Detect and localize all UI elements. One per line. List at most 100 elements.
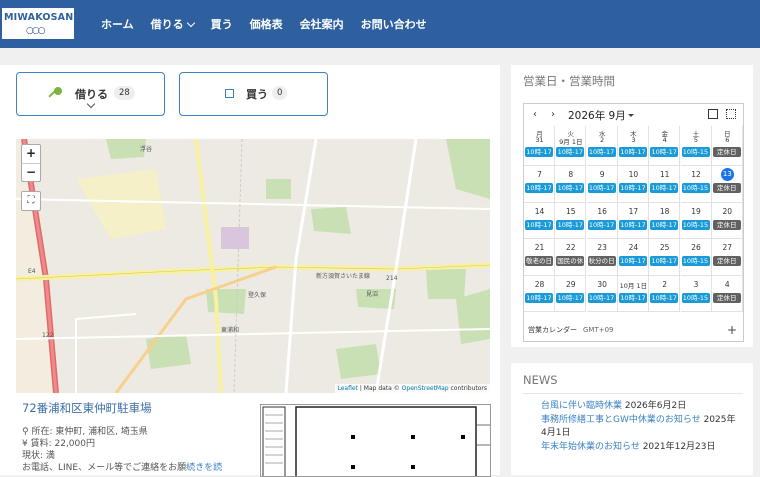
property-title[interactable]: 72番浦和区東仲町駐車場 — [22, 400, 152, 416]
calendar-day-cell[interactable]: 月 31 10時-17 — [524, 126, 555, 166]
calendar-day-cell[interactable]: 17 10時-17 — [617, 202, 649, 239]
calendar-event[interactable]: 10時-15 — [681, 183, 710, 193]
calendar-event[interactable]: 10時-17 — [618, 219, 647, 230]
calendar-event[interactable]: 定休日 — [712, 292, 741, 303]
calendar-event[interactable]: 10時-15 — [681, 292, 710, 303]
calendar-day-cell[interactable]: 水 2 10時-17 — [586, 126, 618, 166]
zoom-out-button[interactable]: − — [22, 164, 40, 182]
calendar-event[interactable]: 10時-17 — [556, 147, 585, 157]
leaflet-link[interactable]: Leaflet — [338, 385, 358, 392]
zoom-in-button[interactable]: + — [22, 145, 40, 164]
calendar-day-cell[interactable]: 9 10時-17 — [586, 166, 618, 203]
calendar-event[interactable]: 定休日 — [712, 147, 741, 157]
news-link[interactable]: 年末年始休業のお知らせ — [541, 442, 640, 452]
calendar-event[interactable]: 10時-17 — [618, 256, 647, 266]
calendar-event[interactable]: 10時-17 — [587, 183, 616, 193]
calendar-day-cell[interactable]: 3 10時-15 — [680, 275, 712, 312]
calendar-day-cell[interactable]: 10 10時-17 — [617, 166, 649, 203]
tab-rent[interactable]: 借りる 28 — [16, 72, 165, 116]
caret-down-icon[interactable] — [628, 114, 634, 117]
calendar-event[interactable]: 10時-17 — [525, 183, 553, 193]
day-number: 24 — [628, 243, 639, 252]
calendar-event[interactable]: 10時-15 — [681, 147, 710, 157]
read-more-link[interactable]: 続きを読 — [186, 463, 222, 473]
add-to-calendar-icon[interactable]: + — [727, 323, 737, 337]
calendar-day-cell[interactable]: 24 10時-17 — [617, 239, 649, 276]
site-logo[interactable]: MIWAKOSAN ○○○ — [2, 8, 74, 39]
calendar-day-cell[interactable]: 金 4 10時-17 — [649, 126, 681, 166]
calendar-month[interactable]: 2026年 9月 — [568, 108, 626, 123]
tab-buy[interactable]: 買う 0 — [179, 72, 328, 116]
calendar-day-cell[interactable]: 8 10時-17 — [555, 166, 587, 203]
calendar-event[interactable]: 10時-17 — [650, 147, 679, 157]
calendar-day-cell[interactable]: 20 定休日 — [711, 202, 743, 239]
calendar-day-cell[interactable]: 23 秋分の日 — [586, 239, 618, 276]
calendar-day-cell[interactable]: 27 定休日 — [711, 239, 743, 276]
calendar-event[interactable]: 10時-17 — [525, 292, 553, 303]
calendar-event[interactable]: 定休日 — [712, 183, 741, 193]
calendar-event[interactable]: 10時-17 — [587, 147, 616, 157]
calendar-day-cell[interactable]: 14 10時-17 — [524, 202, 555, 239]
floorplan-image[interactable] — [260, 404, 491, 477]
calendar-event[interactable]: 10時-17 — [618, 183, 647, 193]
grid-view-icon[interactable] — [726, 109, 736, 119]
calendar-day-cell[interactable]: 18 10時-17 — [649, 202, 681, 239]
calendar-event[interactable]: 10時-17 — [650, 183, 679, 193]
calendar-event[interactable]: 10時-15 — [681, 219, 710, 230]
calendar-day-cell[interactable]: 2 10時-17 — [649, 275, 681, 312]
calendar-event[interactable]: 10時-17 — [556, 292, 585, 303]
calendar-day-cell[interactable]: 7 10時-17 — [524, 166, 555, 203]
nav-buy[interactable]: 買う — [211, 16, 233, 32]
calendar-day-cell[interactable]: 4 定休日 — [711, 275, 743, 312]
calendar-event[interactable]: 10時-17 — [650, 256, 679, 266]
news-link[interactable]: 台風に伴い臨時休業 — [541, 401, 622, 411]
calendar-event[interactable]: 10時-17 — [650, 292, 679, 303]
calendar-day-cell[interactable]: 木 3 10時-17 — [617, 126, 649, 166]
calendar-day-cell[interactable]: 22 国民の休 — [555, 239, 587, 276]
prev-month-icon[interactable]: ‹ — [533, 109, 537, 120]
calendar-event[interactable]: 定休日 — [712, 256, 741, 266]
calendar-day-cell[interactable]: 29 10時-17 — [555, 275, 587, 312]
calendar-event[interactable]: 10時-17 — [556, 219, 585, 230]
calendar-day-cell[interactable]: 土 5 10時-15 — [680, 126, 712, 166]
calendar-event[interactable]: 10時-17 — [525, 147, 553, 157]
nav-rent[interactable]: 借りる — [151, 16, 195, 32]
calendar-day-cell[interactable]: 16 10時-17 — [586, 202, 618, 239]
calendar-event[interactable]: 国民の休 — [556, 256, 585, 266]
calendar-day-cell[interactable]: 11 10時-17 — [649, 166, 681, 203]
nav-company[interactable]: 会社案内 — [300, 16, 344, 32]
calendar-event[interactable]: 10時-17 — [650, 219, 679, 230]
calendar-day-cell[interactable]: 30 10時-17 — [586, 275, 618, 312]
calendar-event[interactable]: 定休日 — [712, 219, 741, 230]
calendar-day-cell[interactable]: 日 6 定休日 — [711, 126, 743, 166]
fullscreen-icon[interactable]: ⛶ — [21, 191, 41, 211]
calendar-event[interactable]: 10時-17 — [587, 219, 616, 230]
calendar-day-cell[interactable]: 12 10時-15 — [680, 166, 712, 203]
calendar-day-cell[interactable]: 25 10時-17 — [649, 239, 681, 276]
nav-contact[interactable]: お問い合わせ — [361, 16, 427, 32]
calendar-view-icon[interactable] — [708, 109, 718, 119]
calendar-event[interactable]: 10時-15 — [681, 256, 710, 266]
calendar-event[interactable]: 10時-17 — [618, 147, 647, 157]
calendar-day-cell[interactable]: 13 定休日 — [711, 166, 743, 203]
calendar-event[interactable]: 秋分の日 — [587, 256, 616, 266]
calendar-event[interactable]: 10時-17 — [587, 292, 616, 303]
calendar-day-cell[interactable]: 26 10時-15 — [680, 239, 712, 276]
calendar-day-cell[interactable]: 28 10時-17 — [524, 275, 555, 312]
calendar-event[interactable]: 10時-17 — [618, 292, 647, 303]
news-link[interactable]: 事務所修繕工事とGW中休業のお知らせ — [541, 415, 701, 425]
calendar-event[interactable]: 10時-17 — [556, 183, 585, 193]
calendar-day-cell[interactable]: 21 敬老の日 — [524, 239, 555, 276]
map-label: E4 — [28, 268, 36, 275]
nav-price-list[interactable]: 価格表 — [250, 16, 283, 32]
calendar-day-cell[interactable]: 10月 1日 10時-17 — [617, 275, 649, 312]
calendar-day-cell[interactable]: 火 9月 1日 10時-17 — [555, 126, 587, 166]
next-month-icon[interactable]: › — [551, 109, 555, 120]
property-map[interactable]: 浮谷 新方須賀さいたま線 214 登久保 東浦和 E4 122 見沼 + − ⛶… — [16, 139, 490, 393]
calendar-event[interactable]: 10時-17 — [525, 219, 553, 230]
osm-link[interactable]: OpenStreetMap — [402, 385, 449, 392]
calendar-day-cell[interactable]: 15 10時-17 — [555, 202, 587, 239]
calendar-day-cell[interactable]: 19 10時-15 — [680, 202, 712, 239]
calendar-event[interactable]: 敬老の日 — [525, 256, 553, 266]
nav-home[interactable]: ホーム — [101, 16, 134, 32]
